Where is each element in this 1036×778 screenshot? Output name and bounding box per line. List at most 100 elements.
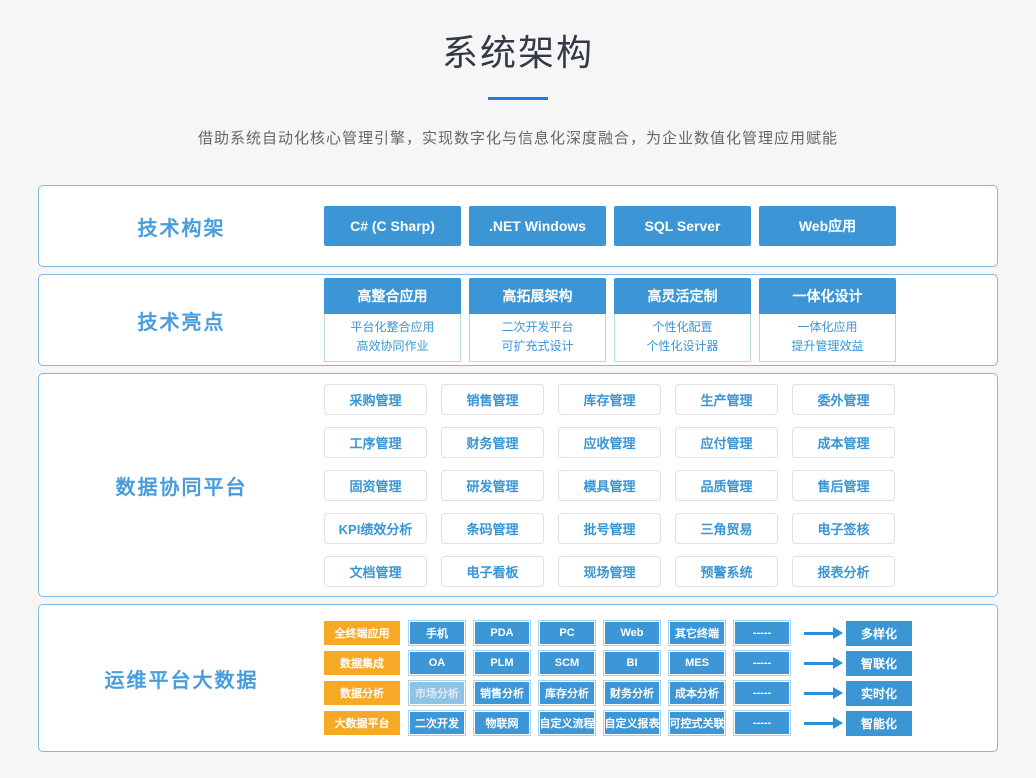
arrow-right-icon [804, 632, 834, 635]
platform-cell[interactable]: MES [669, 651, 725, 675]
section-label-data-platform: 数据协同平台 [39, 471, 324, 500]
module-chip[interactable]: 现场管理 [558, 556, 661, 587]
module-chip[interactable]: 固资管理 [324, 470, 427, 501]
section-tech-highlights: 技术亮点 高整合应用 平台化整合应用 高效协同作业 高拓展架构 二次开发平台 可… [38, 274, 998, 366]
module-chip[interactable]: 品质管理 [675, 470, 778, 501]
tech-highlight-cards: 高整合应用 平台化整合应用 高效协同作业 高拓展架构 二次开发平台 可扩充式设计… [324, 278, 997, 362]
page-subtitle: 借助系统自动化核心管理引擎，实现数字化与信息化深度融合，为企业数值化管理应用赋能 [0, 127, 1036, 148]
arrow-right-icon [804, 692, 834, 695]
highlight-card-title: 一体化设计 [759, 278, 896, 314]
highlight-card[interactable]: 一体化设计 一体化应用 提升管理效益 [759, 278, 896, 362]
platform-cell[interactable]: 二次开发 [409, 711, 465, 735]
highlight-card-line: 提升管理效益 [760, 337, 895, 356]
platform-cell[interactable]: 销售分析 [474, 681, 530, 705]
platform-cell-more[interactable]: ----- [734, 621, 790, 645]
module-chip[interactable]: 电子签核 [792, 513, 895, 544]
module-chip[interactable]: 电子看板 [441, 556, 544, 587]
module-chip[interactable]: 报表分析 [792, 556, 895, 587]
tech-framework-item[interactable]: SQL Server [614, 206, 751, 246]
arrow-right-icon [804, 722, 834, 725]
section-ops-bigdata: 运维平台大数据 全终端应用 手机 PDA PC Web 其它终端 ----- 多… [38, 604, 998, 752]
module-chip[interactable]: 财务管理 [441, 427, 544, 458]
module-chip[interactable]: 批号管理 [558, 513, 661, 544]
module-chip[interactable]: 工序管理 [324, 427, 427, 458]
module-chip[interactable]: 应付管理 [675, 427, 778, 458]
bigdata-rows: 全终端应用 手机 PDA PC Web 其它终端 ----- 多样化 数据集成 … [324, 621, 997, 736]
category-tag: 数据集成 [324, 651, 400, 675]
result-chip[interactable]: 智能化 [846, 711, 912, 736]
tech-framework-item[interactable]: C# (C Sharp) [324, 206, 461, 246]
title-underline [488, 97, 548, 100]
highlight-card-body: 平台化整合应用 高效协同作业 [324, 314, 461, 362]
module-chip[interactable]: 委外管理 [792, 384, 895, 415]
module-chip[interactable]: KPI绩效分析 [324, 513, 427, 544]
result-chip[interactable]: 实时化 [846, 681, 912, 706]
bigdata-row-platform: 大数据平台 二次开发 物联网 自定义流程 自定义报表 可控式关联 ----- 智… [324, 711, 997, 736]
platform-cell[interactable]: 市场分析 [409, 681, 465, 705]
category-tag: 全终端应用 [324, 621, 400, 645]
module-grid: 采购管理 销售管理 库存管理 生产管理 委外管理 工序管理 财务管理 应收管理 … [324, 384, 997, 587]
platform-cell[interactable]: Web [604, 621, 660, 645]
module-chip[interactable]: 研发管理 [441, 470, 544, 501]
platform-cell[interactable]: 手机 [409, 621, 465, 645]
category-tag: 大数据平台 [324, 711, 400, 735]
platform-cell[interactable]: 成本分析 [669, 681, 725, 705]
platform-cell-more[interactable]: ----- [734, 711, 790, 735]
module-chip[interactable]: 应收管理 [558, 427, 661, 458]
page-header: 系统架构 借助系统自动化核心管理引擎，实现数字化与信息化深度融合，为企业数值化管… [0, 0, 1036, 148]
platform-cell[interactable]: 其它终端 [669, 621, 725, 645]
platform-cell[interactable]: 库存分析 [539, 681, 595, 705]
section-label-tech-framework: 技术构架 [39, 212, 324, 241]
module-chip[interactable]: 售后管理 [792, 470, 895, 501]
module-chip[interactable]: 预警系统 [675, 556, 778, 587]
module-chip[interactable]: 成本管理 [792, 427, 895, 458]
platform-cell[interactable]: BI [604, 651, 660, 675]
highlight-card-line: 个性化设计器 [615, 337, 750, 356]
module-chip[interactable]: 销售管理 [441, 384, 544, 415]
highlight-card-title: 高拓展架构 [469, 278, 606, 314]
highlight-card[interactable]: 高拓展架构 二次开发平台 可扩充式设计 [469, 278, 606, 362]
tech-framework-item[interactable]: .NET Windows [469, 206, 606, 246]
highlight-card-body: 一体化应用 提升管理效益 [759, 314, 896, 362]
platform-cell[interactable]: 可控式关联 [669, 711, 725, 735]
highlight-card-line: 一体化应用 [760, 318, 895, 337]
tech-framework-items: C# (C Sharp) .NET Windows SQL Server Web… [324, 206, 997, 246]
result-chip[interactable]: 智联化 [846, 651, 912, 676]
platform-cell[interactable]: 财务分析 [604, 681, 660, 705]
module-chip[interactable]: 条码管理 [441, 513, 544, 544]
bigdata-row-analysis: 数据分析 市场分析 销售分析 库存分析 财务分析 成本分析 ----- 实时化 [324, 681, 997, 706]
section-label-tech-highlights: 技术亮点 [39, 306, 324, 335]
module-chip[interactable]: 三角贸易 [675, 513, 778, 544]
section-tech-framework: 技术构架 C# (C Sharp) .NET Windows SQL Serve… [38, 185, 998, 267]
highlight-card-body: 二次开发平台 可扩充式设计 [469, 314, 606, 362]
module-chip[interactable]: 模具管理 [558, 470, 661, 501]
platform-cell[interactable]: PC [539, 621, 595, 645]
highlight-card-line: 可扩充式设计 [470, 337, 605, 356]
highlight-card-line: 个性化配置 [615, 318, 750, 337]
platform-cell-more[interactable]: ----- [734, 681, 790, 705]
section-label-ops-bigdata: 运维平台大数据 [39, 664, 324, 693]
platform-cell[interactable]: SCM [539, 651, 595, 675]
platform-cell[interactable]: 自定义流程 [539, 711, 595, 735]
module-chip[interactable]: 库存管理 [558, 384, 661, 415]
platform-cell[interactable]: OA [409, 651, 465, 675]
highlight-card-body: 个性化配置 个性化设计器 [614, 314, 751, 362]
result-chip[interactable]: 多样化 [846, 621, 912, 646]
platform-cell-more[interactable]: ----- [734, 651, 790, 675]
platform-cell[interactable]: 物联网 [474, 711, 530, 735]
module-chip[interactable]: 文档管理 [324, 556, 427, 587]
platform-cell[interactable]: PLM [474, 651, 530, 675]
module-chip[interactable]: 生产管理 [675, 384, 778, 415]
highlight-card-line: 平台化整合应用 [325, 318, 460, 337]
page-title: 系统架构 [0, 24, 1036, 76]
platform-cell[interactable]: 自定义报表 [604, 711, 660, 735]
highlight-card[interactable]: 高灵活定制 个性化配置 个性化设计器 [614, 278, 751, 362]
highlight-card-line: 二次开发平台 [470, 318, 605, 337]
highlight-card-title: 高整合应用 [324, 278, 461, 314]
bigdata-row-terminals: 全终端应用 手机 PDA PC Web 其它终端 ----- 多样化 [324, 621, 997, 646]
highlight-card[interactable]: 高整合应用 平台化整合应用 高效协同作业 [324, 278, 461, 362]
section-data-platform: 数据协同平台 采购管理 销售管理 库存管理 生产管理 委外管理 工序管理 财务管… [38, 373, 998, 597]
module-chip[interactable]: 采购管理 [324, 384, 427, 415]
platform-cell[interactable]: PDA [474, 621, 530, 645]
tech-framework-item[interactable]: Web应用 [759, 206, 896, 246]
